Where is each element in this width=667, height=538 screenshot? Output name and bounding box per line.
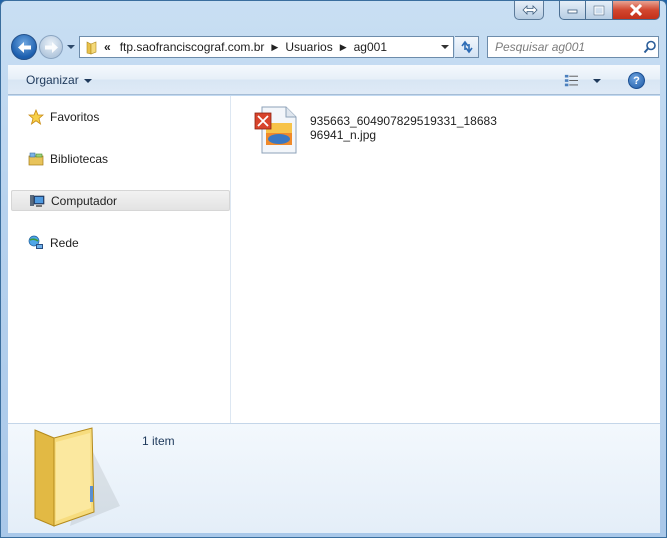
breadcrumb-separator-icon[interactable]: ▶ <box>338 42 349 53</box>
address-bar[interactable]: « ftp.saofranciscograf.com.br ▶ Usuarios… <box>79 36 454 58</box>
refresh-button[interactable] <box>455 36 479 58</box>
recent-pages-dropdown[interactable] <box>65 41 77 53</box>
nav-item-rede[interactable]: Rede <box>11 232 230 253</box>
breadcrumb-segment-usuarios[interactable]: Usuarios <box>280 40 337 54</box>
nav-item-label: Favoritos <box>50 109 100 124</box>
explorer-window: « ftp.saofranciscograf.com.br ▶ Usuarios… <box>0 0 667 538</box>
breadcrumb-separator-icon[interactable]: ▶ <box>269 42 280 53</box>
large-folder-icon <box>30 426 130 533</box>
chevron-down-icon <box>67 45 75 49</box>
nav-item-favoritos[interactable]: Favoritos <box>11 106 230 127</box>
organize-label: Organizar <box>26 73 79 87</box>
forward-button[interactable] <box>39 35 63 59</box>
computer-icon <box>28 192 46 210</box>
minimize-icon <box>567 9 577 14</box>
refresh-icon <box>460 40 473 54</box>
maximize-button[interactable] <box>586 1 613 20</box>
folder-icon <box>86 41 97 55</box>
help-button[interactable]: ? <box>628 72 645 89</box>
view-options-icon <box>564 74 578 86</box>
maximize-icon <box>593 5 605 15</box>
nav-item-label: Rede <box>50 235 79 250</box>
search-icon[interactable] <box>643 40 657 54</box>
close-icon <box>629 4 643 16</box>
close-button[interactable] <box>613 1 660 20</box>
file-item[interactable]: 935663_604907829519331_1868396941_n.jpg <box>252 105 502 155</box>
navigation-pane[interactable]: Favoritos Bibliotecas Computador Rede <box>8 96 231 423</box>
back-button[interactable] <box>11 34 37 60</box>
search-input[interactable] <box>495 40 643 54</box>
change-view-button[interactable] <box>564 72 602 89</box>
star-icon <box>27 108 45 126</box>
search-box[interactable] <box>487 36 659 58</box>
nav-item-label: Bibliotecas <box>50 151 109 166</box>
minimize-button[interactable] <box>559 1 586 20</box>
details-pane: 1 item <box>8 423 660 533</box>
nav-item-computador[interactable]: Computador <box>11 190 230 211</box>
jpg-file-icon <box>252 105 302 155</box>
caption-buttons <box>559 1 660 21</box>
network-icon <box>27 234 45 252</box>
organize-button[interactable]: Organizar <box>26 73 92 87</box>
content-area: Favoritos Bibliotecas Computador Rede 93… <box>8 96 660 423</box>
forward-arrow-icon <box>45 42 58 53</box>
command-bar: Organizar ? <box>8 65 660 95</box>
breadcrumb-segment-ag001[interactable]: ag001 <box>349 40 392 54</box>
nav-item-label: Computador <box>51 193 118 208</box>
back-arrow-icon <box>18 42 31 53</box>
help-icon: ? <box>633 74 640 87</box>
breadcrumb-segment-host[interactable]: ftp.saofranciscograf.com.br <box>115 40 270 54</box>
item-count: 1 item <box>142 434 175 448</box>
chevron-down-icon <box>592 78 601 83</box>
address-history-dropdown[interactable] <box>437 43 453 51</box>
chevron-down-icon <box>441 45 449 49</box>
snap-restore-button[interactable] <box>514 1 544 20</box>
breadcrumb-overflow[interactable]: « <box>100 40 115 54</box>
folder-icon-crumb <box>84 37 100 57</box>
resize-arrows-icon <box>522 5 538 15</box>
libraries-icon <box>27 150 45 168</box>
file-name: 935663_604907829519331_1868396941_n.jpg <box>310 114 497 142</box>
file-list-pane[interactable]: 935663_604907829519331_1868396941_n.jpg <box>232 96 660 423</box>
nav-item-bibliotecas[interactable]: Bibliotecas <box>11 148 230 169</box>
chevron-down-icon <box>83 78 92 83</box>
